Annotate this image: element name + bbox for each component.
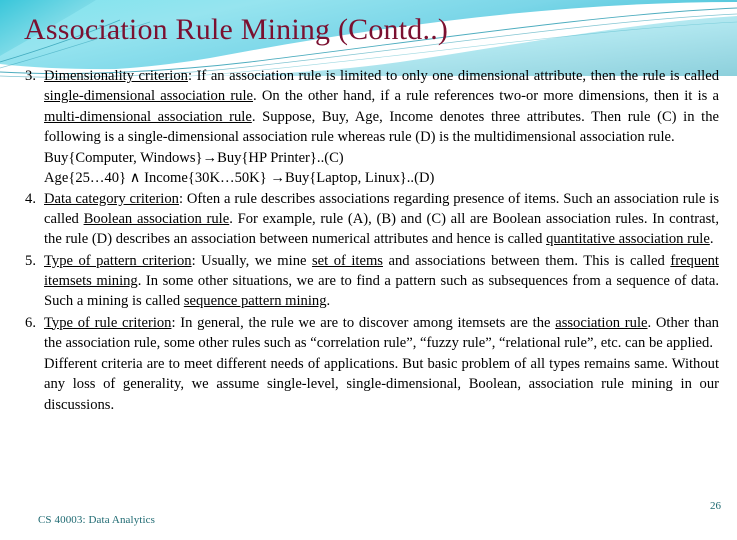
- list-item-text: Dimensionality criterion: If an associat…: [44, 66, 719, 147]
- list-item: 5. Type of pattern criterion: Usually, w…: [0, 251, 737, 312]
- list-item-number: 6.: [25, 314, 36, 331]
- term-type-of-rule-criterion: Type of rule criterion: [44, 314, 172, 331]
- list-item: 3. Dimensionality criterion: If an assoc…: [0, 66, 737, 147]
- closing-paragraph: Different criteria are to meet different…: [44, 356, 719, 413]
- list-item-text: Data category criterion: Often a rule de…: [44, 189, 719, 250]
- page-number: 26: [710, 500, 721, 512]
- list-item-number: 3.: [25, 68, 36, 84]
- term-association-rule: association rule: [555, 314, 648, 331]
- term-set-of-items: set of items: [311, 252, 383, 269]
- item5-text-b: and associations between them. This is c…: [382, 252, 671, 269]
- list-item: 4. Data category criterion: Often a rule…: [0, 189, 737, 250]
- item5-text-a: : Usually, we mine: [191, 252, 312, 269]
- term-data-category-criterion: Data category criterion: [44, 190, 179, 207]
- page-title: Association Rule Mining (Contd..): [24, 13, 449, 46]
- slide-body: 3. Dimensionality criterion: If an assoc…: [0, 66, 737, 415]
- item4-text-c: .: [709, 231, 714, 248]
- closing-paragraph-block: Different criteria are to meet different…: [0, 354, 737, 415]
- formula-line-c: Buy{Computer, Windows}→Buy{HP Printer}..…: [44, 150, 344, 167]
- term-boolean-association-rule: Boolean association rule: [83, 211, 230, 228]
- list-item-number: 5.: [25, 252, 36, 269]
- item3-text-a: : If an association rule is limited to o…: [187, 68, 719, 84]
- term-quantitative-association-rule: quantitative association rule: [546, 231, 710, 248]
- term-dimensionality-criterion: Dimensionality criterion: [44, 68, 188, 84]
- list-item-text: Type of rule criterion: In general, the …: [44, 313, 719, 354]
- term-type-of-pattern-criterion: Type of pattern criterion: [44, 252, 192, 269]
- list-item-number: 4.: [25, 190, 36, 207]
- item6-text-a: : In general, the rule we are to discove…: [171, 314, 556, 331]
- term-single-dimensional-association-rule: single-dimensional association rule: [44, 88, 254, 105]
- item5-text-c: . In some other situations, we are to fi…: [44, 272, 719, 310]
- item3-text-b: . On the other hand, if a rule reference…: [253, 88, 719, 105]
- item3-formulas: Buy{Computer, Windows}→Buy{HP Printer}..…: [0, 148, 737, 189]
- term-sequence-pattern-mining: sequence pattern mining: [183, 293, 327, 310]
- slide: Association Rule Mining (Contd..) 3. Dim…: [0, 0, 737, 540]
- footer-course-label: CS 40003: Data Analytics: [38, 514, 155, 526]
- list-item: 6. Type of rule criterion: In general, t…: [0, 313, 737, 354]
- list-item-text: Type of pattern criterion: Usually, we m…: [44, 251, 719, 312]
- term-multi-dimensional-association-rule: multi-dimensional association rule: [44, 108, 252, 125]
- item5-text-d: .: [326, 293, 331, 310]
- formula-line-d: Age{25…40} ∧ Income{30K…50K} →Buy{Laptop…: [44, 170, 435, 187]
